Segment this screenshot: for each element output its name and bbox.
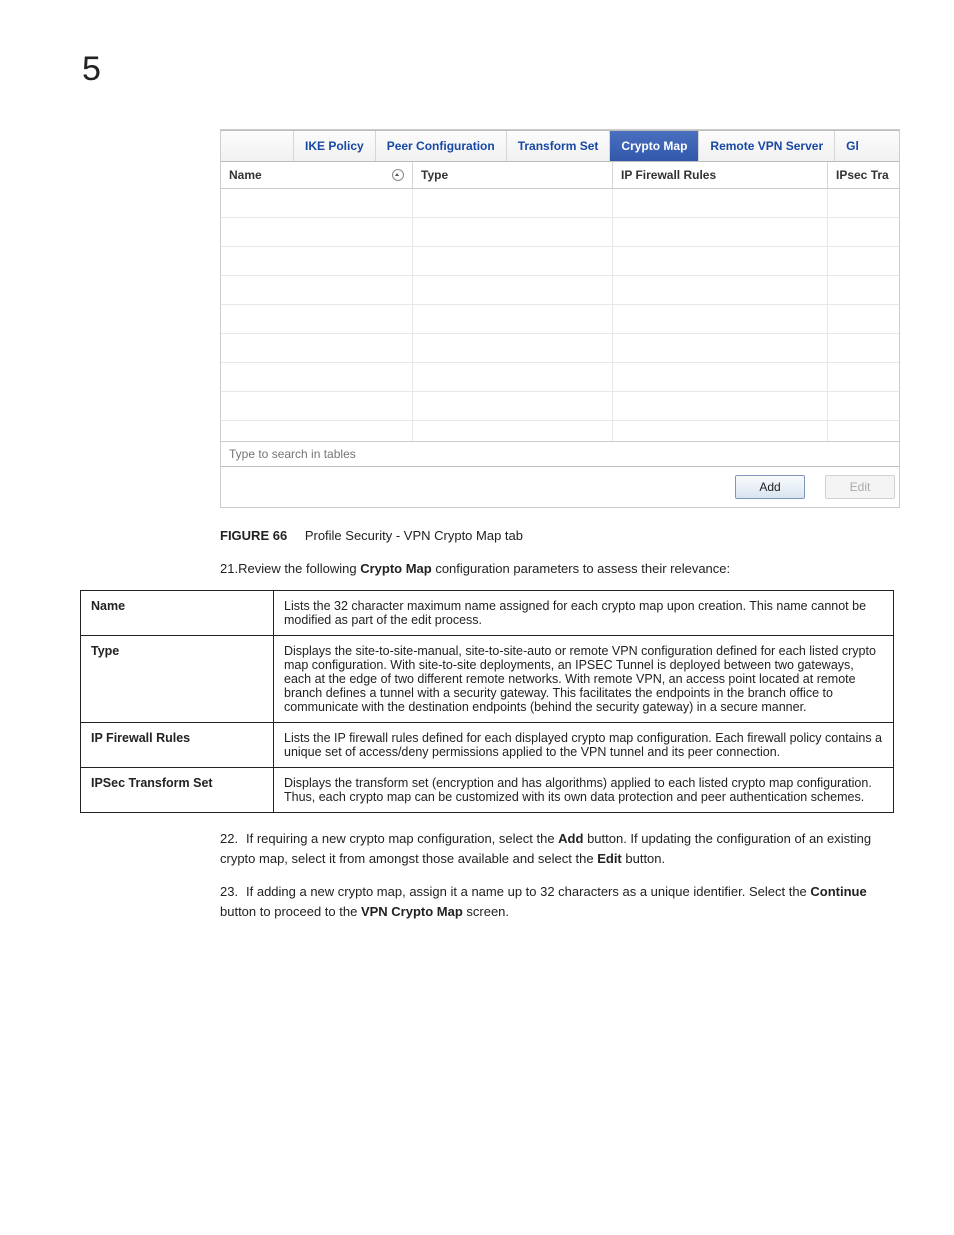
column-header-name[interactable]: Name — [221, 162, 413, 188]
table-row[interactable] — [221, 363, 899, 392]
param-rules-desc: Lists the IP firewall rules defined for … — [274, 723, 894, 768]
step-23-b2: VPN Crypto Map — [361, 904, 463, 919]
table-row[interactable] — [221, 334, 899, 363]
param-rules-label: IP Firewall Rules — [81, 723, 274, 768]
param-row-name: Name Lists the 32 character maximum name… — [81, 591, 894, 636]
column-header-ip-firewall-rules[interactable]: IP Firewall Rules — [613, 162, 828, 188]
table-row[interactable] — [221, 218, 899, 247]
step-23-t1: If adding a new crypto map, assign it a … — [246, 884, 810, 899]
step-22-b1: Add — [558, 831, 583, 846]
table-row[interactable] — [221, 276, 899, 305]
column-header-name-label: Name — [229, 168, 262, 182]
table-row[interactable] — [221, 247, 899, 276]
step-23-b1: Continue — [810, 884, 866, 899]
step-21-post: configuration parameters to assess their… — [432, 561, 730, 576]
step-22-b2: Edit — [597, 851, 622, 866]
column-header-ipsec-transform[interactable]: IPsec Tra — [828, 162, 899, 188]
step-22: 22.If requiring a new crypto map configu… — [220, 829, 894, 868]
table-row[interactable] — [221, 392, 899, 421]
step-22-t3: button. — [622, 851, 665, 866]
tab-remote-vpn-server[interactable]: Remote VPN Server — [699, 131, 835, 161]
figure-caption-text: Profile Security - VPN Crypto Map tab — [305, 528, 523, 543]
param-row-type: Type Displays the site-to-site-manual, s… — [81, 636, 894, 723]
tab-crypto-map[interactable]: Crypto Map — [610, 131, 699, 161]
step-21-bold: Crypto Map — [360, 561, 432, 576]
param-ipsec-label: IPSec Transform Set — [81, 768, 274, 813]
table-row[interactable] — [221, 189, 899, 218]
step-22-t1: If requiring a new crypto map configurat… — [246, 831, 558, 846]
step-23-number: 23. — [220, 882, 246, 902]
grid-body — [221, 189, 899, 441]
parameter-table: Name Lists the 32 character maximum name… — [80, 590, 894, 813]
column-header-type[interactable]: Type — [413, 162, 613, 188]
step-23: 23.If adding a new crypto map, assign it… — [220, 882, 894, 921]
tab-ike-policy[interactable]: IKE Policy — [293, 131, 376, 161]
tab-global-truncated[interactable]: Gl — [835, 131, 870, 161]
crypto-map-screenshot: IKE Policy Peer Configuration Transform … — [220, 129, 900, 508]
step-22-number: 22. — [220, 829, 246, 849]
param-row-ipsec: IPSec Transform Set Displays the transfo… — [81, 768, 894, 813]
step-21-number: 21. — [220, 561, 238, 576]
footer-button-bar: Add Edit — [221, 466, 899, 507]
step-21: 21.Review the following Crypto Map confi… — [220, 561, 894, 576]
figure-label: FIGURE 66 — [220, 528, 287, 543]
figure-caption: FIGURE 66 Profile Security - VPN Crypto … — [220, 528, 894, 543]
step-23-t2: button to proceed to the — [220, 904, 361, 919]
add-button[interactable]: Add — [735, 475, 805, 499]
param-ipsec-desc: Displays the transform set (encryption a… — [274, 768, 894, 813]
search-row — [221, 441, 899, 466]
step-21-pre: Review the following — [238, 561, 360, 576]
table-row[interactable] — [221, 305, 899, 334]
edit-button: Edit — [825, 475, 895, 499]
tab-bar: IKE Policy Peer Configuration Transform … — [221, 130, 899, 162]
table-search-input[interactable] — [221, 442, 563, 466]
param-name-label: Name — [81, 591, 274, 636]
param-row-rules: IP Firewall Rules Lists the IP firewall … — [81, 723, 894, 768]
tab-peer-configuration[interactable]: Peer Configuration — [376, 131, 507, 161]
sort-ascending-icon[interactable] — [392, 169, 404, 181]
step-23-t3: screen. — [463, 904, 509, 919]
param-type-desc: Displays the site-to-site-manual, site-t… — [274, 636, 894, 723]
param-type-label: Type — [81, 636, 274, 723]
tab-transform-set[interactable]: Transform Set — [507, 131, 611, 161]
param-name-desc: Lists the 32 character maximum name assi… — [274, 591, 894, 636]
grid-header: Name Type IP Firewall Rules IPsec Tra — [221, 162, 899, 189]
page-number: 5 — [82, 50, 894, 89]
table-row[interactable] — [221, 421, 899, 441]
